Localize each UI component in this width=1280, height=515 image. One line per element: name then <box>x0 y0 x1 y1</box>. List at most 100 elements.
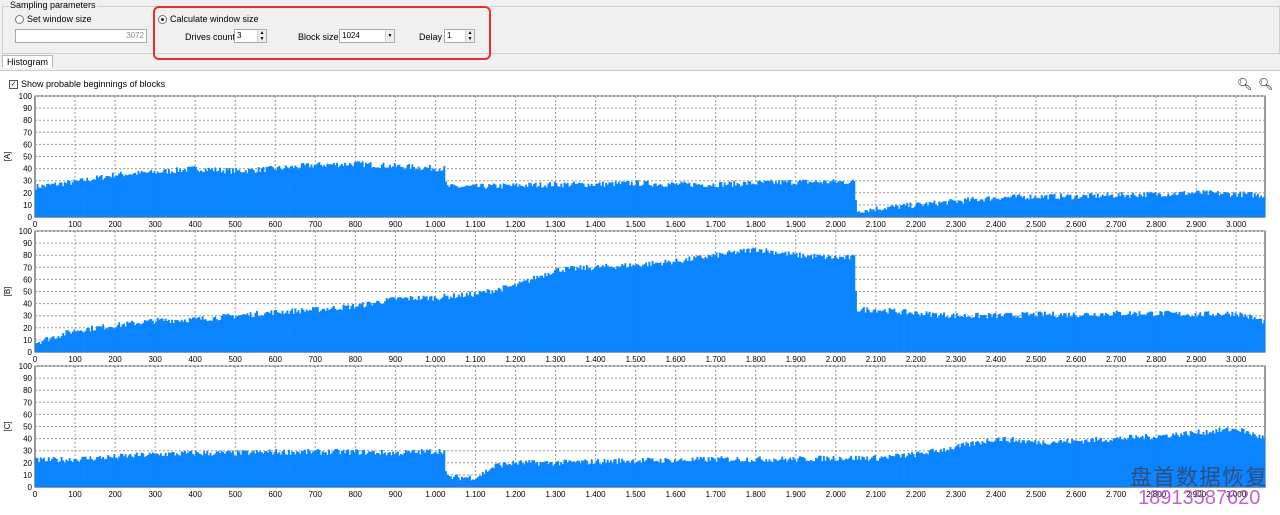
x-tick-label: 3.000 <box>1226 220 1247 229</box>
x-tick-label: 600 <box>269 490 283 499</box>
x-tick-label: 900 <box>389 490 403 499</box>
y-tick-label: 60 <box>23 140 32 149</box>
x-tick-label: 2.500 <box>1026 220 1047 229</box>
y-tick-label: 30 <box>23 177 32 186</box>
x-tick-label: 1.300 <box>545 490 566 499</box>
y-tick-label: 20 <box>23 189 32 198</box>
y-tick-label: 60 <box>23 275 32 284</box>
x-tick-label: 2.300 <box>946 220 967 229</box>
x-tick-label: 1.000 <box>425 220 446 229</box>
x-tick-label: 1.200 <box>505 490 526 499</box>
x-tick-label: 2.700 <box>1106 490 1127 499</box>
x-tick-label: 1.600 <box>666 220 687 229</box>
y-tick-label: 80 <box>23 386 32 395</box>
x-tick-label: 700 <box>309 220 323 229</box>
x-tick-label: 1.300 <box>545 220 566 229</box>
x-tick-label: 1.600 <box>666 355 687 364</box>
x-tick-label: 0 <box>33 355 38 364</box>
x-tick-label: 700 <box>309 490 323 499</box>
x-tick-label: 1.300 <box>545 355 566 364</box>
histogram-bar <box>1263 320 1266 352</box>
x-tick-label: 2.900 <box>1186 355 1207 364</box>
x-tick-label: 2.200 <box>906 490 927 499</box>
x-tick-label: 2.200 <box>906 355 927 364</box>
x-tick-label: 200 <box>108 355 122 364</box>
x-tick-label: 800 <box>349 490 363 499</box>
y-tick-label: 10 <box>23 471 32 480</box>
y-tick-label: 100 <box>19 92 33 101</box>
x-tick-label: 100 <box>68 355 82 364</box>
y-tick-label: 60 <box>23 410 32 419</box>
x-tick-label: 600 <box>269 355 283 364</box>
x-tick-label: 1.800 <box>746 220 767 229</box>
x-tick-label: 2.000 <box>826 220 847 229</box>
x-tick-label: 300 <box>148 490 162 499</box>
y-tick-label: 80 <box>23 116 32 125</box>
x-tick-label: 1.200 <box>505 355 526 364</box>
x-tick-label: 1.700 <box>706 355 727 364</box>
y-tick-label: 50 <box>23 423 32 432</box>
x-tick-label: 2.300 <box>946 355 967 364</box>
x-tick-label: 2.500 <box>1026 490 1047 499</box>
x-tick-label: 800 <box>349 355 363 364</box>
x-tick-label: 100 <box>68 220 82 229</box>
x-tick-label: 2.000 <box>826 355 847 364</box>
y-tick-label: 40 <box>23 165 32 174</box>
y-tick-label: 90 <box>23 239 32 248</box>
x-tick-label: 2.200 <box>906 220 927 229</box>
y-tick-label: 70 <box>23 128 32 137</box>
x-tick-label: 1.600 <box>666 490 687 499</box>
x-tick-label: 200 <box>108 220 122 229</box>
y-tick-label: 30 <box>23 447 32 456</box>
x-tick-label: 2.100 <box>866 220 887 229</box>
x-tick-label: 0 <box>33 220 38 229</box>
x-tick-label: 2.700 <box>1106 355 1127 364</box>
x-tick-label: 900 <box>389 355 403 364</box>
x-tick-label: 1.400 <box>586 355 607 364</box>
y-tick-label: 90 <box>23 104 32 113</box>
x-tick-label: 400 <box>188 355 202 364</box>
x-tick-label: 1.100 <box>465 220 486 229</box>
y-tick-label: 80 <box>23 251 32 260</box>
x-tick-label: 2.400 <box>986 490 1007 499</box>
x-tick-label: 2.900 <box>1186 220 1207 229</box>
x-tick-label: 700 <box>309 355 323 364</box>
x-tick-label: 1.900 <box>786 490 807 499</box>
x-tick-label: 1.500 <box>626 490 647 499</box>
y-tick-label: 20 <box>23 324 32 333</box>
x-tick-label: 1.400 <box>586 220 607 229</box>
x-tick-label: 2.600 <box>1066 220 1087 229</box>
x-tick-label: 300 <box>148 220 162 229</box>
x-tick-label: 300 <box>148 355 162 364</box>
y-tick-label: 20 <box>23 459 32 468</box>
x-tick-label: 1.000 <box>425 490 446 499</box>
y-tick-label: 10 <box>23 201 32 210</box>
y-tick-label: 50 <box>23 153 32 162</box>
x-tick-label: 800 <box>349 220 363 229</box>
x-tick-label: 500 <box>229 355 243 364</box>
x-tick-label: 400 <box>188 490 202 499</box>
y-tick-label: 100 <box>19 227 33 236</box>
x-tick-label: 1.900 <box>786 220 807 229</box>
x-tick-label: 1.400 <box>586 490 607 499</box>
x-tick-label: 2.800 <box>1146 220 1167 229</box>
x-tick-label: 2.100 <box>866 355 887 364</box>
x-tick-label: 2.800 <box>1146 355 1167 364</box>
x-tick-label: 900 <box>389 220 403 229</box>
histogram-bar <box>1263 196 1266 217</box>
x-tick-label: 1.800 <box>746 355 767 364</box>
y-tick-label: 100 <box>19 362 33 371</box>
x-tick-label: 1.700 <box>706 220 727 229</box>
watermark-phone: 18913587620 <box>1138 487 1261 509</box>
x-tick-label: 2.600 <box>1066 490 1087 499</box>
x-tick-label: 2.400 <box>986 355 1007 364</box>
x-tick-label: 1.100 <box>465 355 486 364</box>
y-axis-label: [A] <box>3 152 12 162</box>
x-tick-label: 500 <box>229 220 243 229</box>
x-tick-label: 2.100 <box>866 490 887 499</box>
x-tick-label: 1.200 <box>505 220 526 229</box>
x-tick-label: 2.000 <box>826 490 847 499</box>
y-tick-label: 50 <box>23 288 32 297</box>
x-tick-label: 1.500 <box>626 355 647 364</box>
y-tick-label: 10 <box>23 336 32 345</box>
